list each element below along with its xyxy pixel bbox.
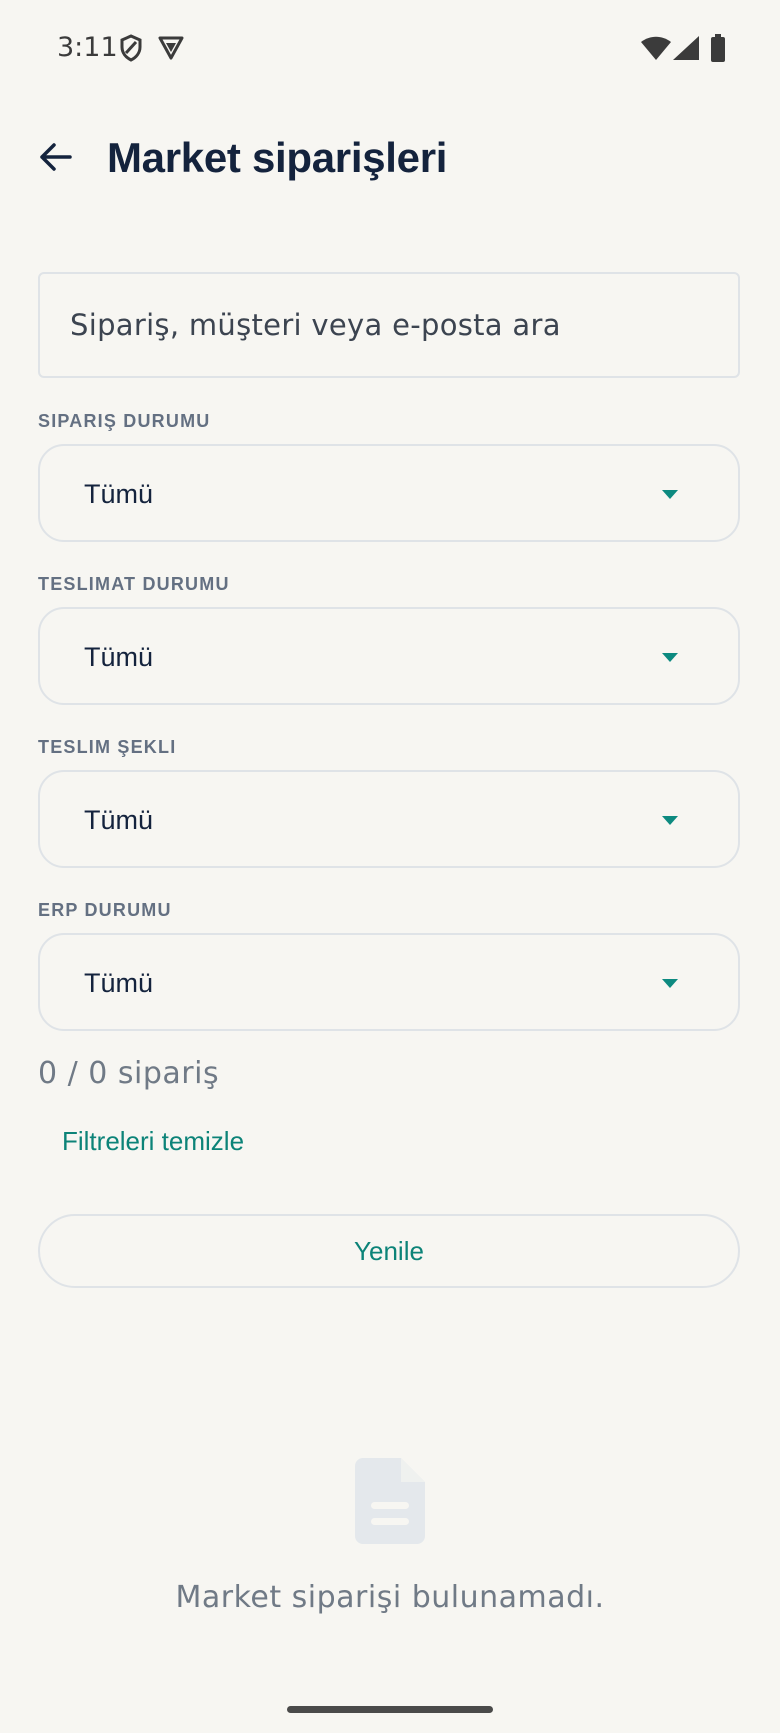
erp-status-value: Tümü <box>84 968 154 998</box>
delivery-status-select[interactable]: Tümü <box>38 607 740 705</box>
order-status-value: Tümü <box>84 479 154 509</box>
search-input[interactable] <box>40 307 738 343</box>
delivery-method-value: Tümü <box>84 805 154 835</box>
shield-icon <box>119 34 143 67</box>
clear-filters-button[interactable]: Filtreleri temizle <box>62 1126 244 1157</box>
order-status-label: SIPARIŞ DURUMU <box>38 411 211 431</box>
wifi-icon <box>641 36 671 65</box>
page-title: Market siparişleri <box>107 134 448 181</box>
document-icon <box>355 1458 425 1544</box>
status-time: 3:11 <box>57 32 118 63</box>
arrow-left-icon <box>38 142 72 177</box>
delivery-method-label: TESLIM ŞEKLI <box>38 737 177 757</box>
delivery-status-value: Tümü <box>84 642 154 672</box>
refresh-button[interactable]: Yenile <box>38 1214 740 1288</box>
erp-status-select[interactable]: Tümü <box>38 933 740 1031</box>
order-count: 0 / 0 sipariş <box>38 1056 220 1091</box>
delivery-status-label: TESLIMAT DURUMU <box>38 574 230 594</box>
vpn-icon <box>158 34 184 65</box>
dropdown-arrow-icon <box>662 979 678 988</box>
order-status-select[interactable]: Tümü <box>38 444 740 542</box>
dropdown-arrow-icon <box>662 816 678 825</box>
status-bar: 3:11 <box>0 0 780 100</box>
delivery-method-select[interactable]: Tümü <box>38 770 740 868</box>
erp-status-label: ERP DURUMU <box>38 900 172 920</box>
empty-state-message: Market siparişi bulunamadı. <box>175 1580 605 1615</box>
dropdown-arrow-icon <box>662 653 678 662</box>
app-bar: Market siparişleri <box>0 110 780 210</box>
dropdown-arrow-icon <box>662 490 678 499</box>
search-field[interactable] <box>38 272 740 378</box>
home-indicator[interactable] <box>287 1706 493 1713</box>
cellular-signal-icon <box>673 36 699 65</box>
battery-icon <box>710 34 726 67</box>
back-button[interactable] <box>28 132 82 186</box>
refresh-label: Yenile <box>354 1235 424 1266</box>
